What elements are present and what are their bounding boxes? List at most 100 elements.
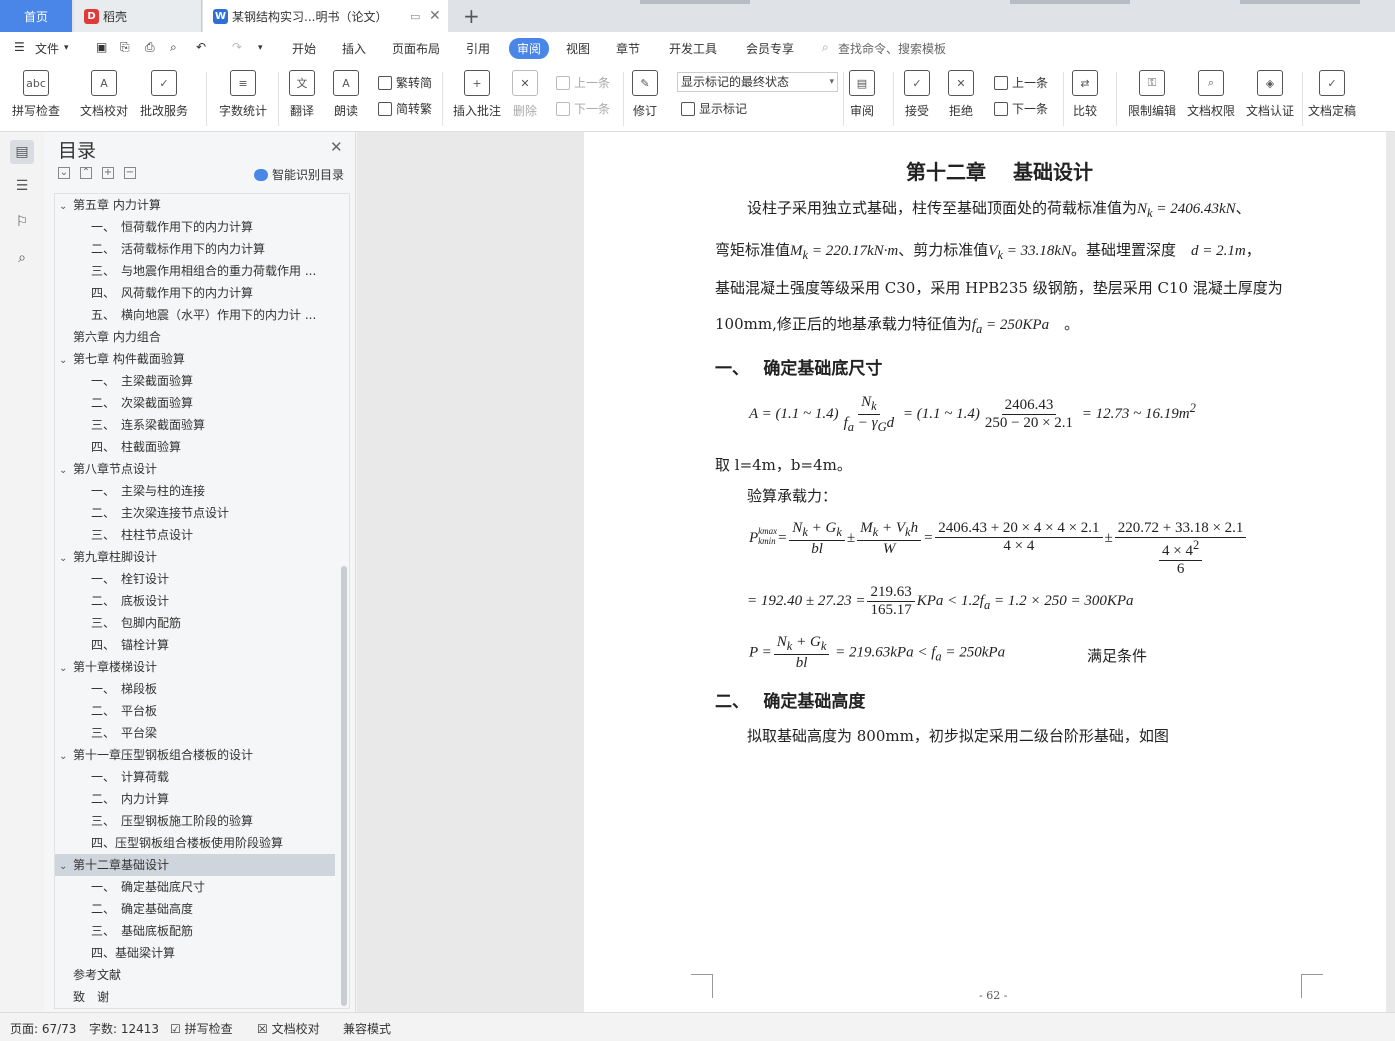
toc-item[interactable]: 二、 平台板 xyxy=(55,700,335,722)
save-icon[interactable]: ▣ xyxy=(96,40,107,54)
toc-panel-icon[interactable]: ▤ xyxy=(10,140,34,164)
menu-start[interactable]: 开始 xyxy=(292,40,316,57)
search-icon[interactable]: ⌕ xyxy=(12,248,32,268)
quick-access-more-icon[interactable]: ▾ xyxy=(258,43,263,53)
tab-close-icon[interactable]: ✕ xyxy=(429,8,441,24)
menu-file[interactable]: 文件 xyxy=(35,40,59,57)
menu-review[interactable]: 审阅 xyxy=(509,38,550,59)
chevron-down-icon[interactable]: ▾ xyxy=(64,43,69,53)
export-pdf-icon[interactable]: ⎘ xyxy=(120,40,130,55)
chevron-down-icon[interactable]: ⌄ xyxy=(59,460,73,480)
print-preview-icon[interactable]: ⌕ xyxy=(170,40,177,55)
doc-rights-button[interactable]: ⌕ 文档权限 xyxy=(1187,70,1235,119)
toc-item[interactable]: 二、 确定基础高度 xyxy=(55,898,335,920)
toc-item[interactable]: ⌄ 第八章节点设计 xyxy=(55,458,335,480)
doc-finalize-button[interactable]: ✓ 文档定稿 xyxy=(1308,70,1356,119)
chevron-down-icon[interactable]: ⌄ xyxy=(59,548,73,568)
toc-scrollbar[interactable] xyxy=(341,566,347,1006)
toc-item[interactable]: 三、 包脚内配筋 xyxy=(55,612,335,634)
word-count-button[interactable]: ≡ 字数统计 xyxy=(219,70,267,119)
review-pane-button[interactable]: ▤ 审阅 xyxy=(849,70,875,119)
search-icon[interactable]: ⌕ xyxy=(822,40,829,55)
toc-item[interactable]: 三、 压型钢板施工阶段的验算 xyxy=(55,810,335,832)
toc-item[interactable]: 三、 柱柱节点设计 xyxy=(55,524,335,546)
toc-item[interactable]: ⌄ 第十一章压型钢板组合楼板的设计 xyxy=(55,744,335,766)
toc-item[interactable]: 四、 风荷载作用下的内力计算 xyxy=(55,282,335,304)
doc-proof-button[interactable]: A 文档校对 xyxy=(80,70,128,119)
menu-developer[interactable]: 开发工具 xyxy=(669,40,717,57)
tab-daoke[interactable]: D 稻壳 xyxy=(74,0,202,32)
toc-item[interactable]: 一、 主梁与柱的连接 xyxy=(55,480,335,502)
menu-page-layout[interactable]: 页面布局 xyxy=(392,40,440,57)
next-comment-button[interactable]: 下一条 xyxy=(556,100,610,117)
command-search-box[interactable]: 查找命令、搜索模板 xyxy=(838,40,946,57)
chevron-down-icon[interactable]: ⌄ xyxy=(59,658,73,678)
toc-item[interactable]: ⌄ 第十二章基础设计 xyxy=(55,854,335,876)
toc-item[interactable]: 参考文献 xyxy=(55,964,335,986)
toc-item[interactable]: ⌄ 第五章 内力计算 xyxy=(55,194,335,216)
toc-item[interactable]: 一、 计算荷载 xyxy=(55,766,335,788)
print-icon[interactable]: ⎙ xyxy=(145,40,155,55)
menu-insert[interactable]: 插入 xyxy=(342,40,366,57)
smart-toc-button[interactable]: 智能识别目录 xyxy=(254,166,344,183)
toc-item[interactable]: ⌄ 第十章楼梯设计 xyxy=(55,656,335,678)
trad-to-simp-button[interactable]: 繁转简 xyxy=(378,74,432,91)
menu-view[interactable]: 视图 xyxy=(566,40,590,57)
toc-item[interactable]: 一、 主梁截面验算 xyxy=(55,370,335,392)
toc-item[interactable]: ⌄ 第九章柱脚设计 xyxy=(55,546,335,568)
batch-service-button[interactable]: ✓ 批改服务 xyxy=(140,70,188,119)
menu-references[interactable]: 引用 xyxy=(466,40,490,57)
read-aloud-button[interactable]: A 朗读 xyxy=(333,70,359,119)
add-heading-icon[interactable]: + xyxy=(102,167,114,179)
toc-item[interactable]: 四、 柱截面验算 xyxy=(55,436,335,458)
chevron-down-icon[interactable]: ⌄ xyxy=(59,746,73,766)
toc-item[interactable]: 一、 恒荷载作用下的内力计算 xyxy=(55,216,335,238)
new-tab-icon[interactable]: + xyxy=(455,0,485,32)
reject-button[interactable]: ✕ 拒绝 xyxy=(948,70,974,119)
toc-item[interactable]: 二、 底板设计 xyxy=(55,590,335,612)
tab-pin-icon[interactable]: ▭ xyxy=(410,10,420,23)
toc-item[interactable]: 三、 基础底板配筋 xyxy=(55,920,335,942)
show-markup-button[interactable]: 显示标记 xyxy=(681,100,747,117)
remove-heading-icon[interactable]: − xyxy=(124,167,136,179)
prev-comment-button[interactable]: 上一条 xyxy=(556,74,610,91)
word-count-indicator[interactable]: 字数: 12413 xyxy=(89,1020,159,1037)
insert-comment-button[interactable]: + 插入批注 xyxy=(453,70,501,119)
toc-item[interactable]: 四、压型钢板组合楼板使用阶段验算 xyxy=(55,832,335,854)
toc-item[interactable]: 五、 横向地震（水平）作用下的内力计 ... xyxy=(55,304,335,326)
toc-item[interactable]: 三、 连系梁截面验算 xyxy=(55,414,335,436)
prev-change-button[interactable]: 上一条 xyxy=(994,74,1048,91)
spell-check-button[interactable]: abc 拼写检查 xyxy=(12,70,60,119)
undo-icon[interactable]: ↶ xyxy=(196,40,206,54)
markup-state-select[interactable]: 显示标记的最终状态 ▾ xyxy=(677,72,838,92)
toc-item[interactable]: 三、 与地震作用相组合的重力荷载作用 ... xyxy=(55,260,335,282)
track-changes-button[interactable]: ✎ 修订 xyxy=(632,70,658,119)
status-doc-proof[interactable]: ☒ 文档校对 xyxy=(257,1020,320,1037)
toc-item[interactable]: 四、 锚栓计算 xyxy=(55,634,335,656)
page-indicator[interactable]: 页面: 67/73 xyxy=(10,1020,76,1037)
translate-button[interactable]: 文翻译 xyxy=(289,70,315,119)
toc-item[interactable]: 致 谢 xyxy=(55,986,335,1008)
toc-item[interactable]: 一、 栓钉设计 xyxy=(55,568,335,590)
redo-icon[interactable]: ↷ xyxy=(232,40,242,54)
menu-hamburger-icon[interactable]: ☰ xyxy=(14,40,25,54)
collapse-all-icon[interactable]: ⌄ xyxy=(58,167,70,179)
toc-item[interactable]: 二、 主次梁连接节点设计 xyxy=(55,502,335,524)
toc-item[interactable]: ⌄ 第七章 构件截面验算 xyxy=(55,348,335,370)
tab-document[interactable]: W 某钢结构实习...明书（论文） ▭ ✕ xyxy=(203,0,448,32)
toc-item[interactable]: 二、 内力计算 xyxy=(55,788,335,810)
chevron-down-icon[interactable]: ⌄ xyxy=(59,856,73,876)
toc-item[interactable]: 二、 次梁截面验算 xyxy=(55,392,335,414)
expand-up-icon[interactable]: ⌃ xyxy=(80,167,92,179)
bookmark-icon[interactable]: ⚐ xyxy=(12,212,32,232)
doc-cert-button[interactable]: ◈ 文档认证 xyxy=(1246,70,1294,119)
document-page[interactable]: 第十二章 基础设计 设柱子采用独立式基础，柱传至基础顶面处的荷载标准值为Nk =… xyxy=(584,132,1386,1012)
toc-item[interactable]: 二、 活荷载标作用下的内力计算 xyxy=(55,238,335,260)
toc-item[interactable]: 一、 梯段板 xyxy=(55,678,335,700)
accept-button[interactable]: ✓ 接受 xyxy=(904,70,930,119)
close-icon[interactable]: ✕ xyxy=(330,138,343,156)
menu-member[interactable]: 会员专享 xyxy=(746,40,794,57)
chevron-down-icon[interactable]: ⌄ xyxy=(59,196,73,216)
chevron-down-icon[interactable]: ⌄ xyxy=(59,350,73,370)
delete-comment-button[interactable]: ✕ 删除 xyxy=(512,70,538,119)
